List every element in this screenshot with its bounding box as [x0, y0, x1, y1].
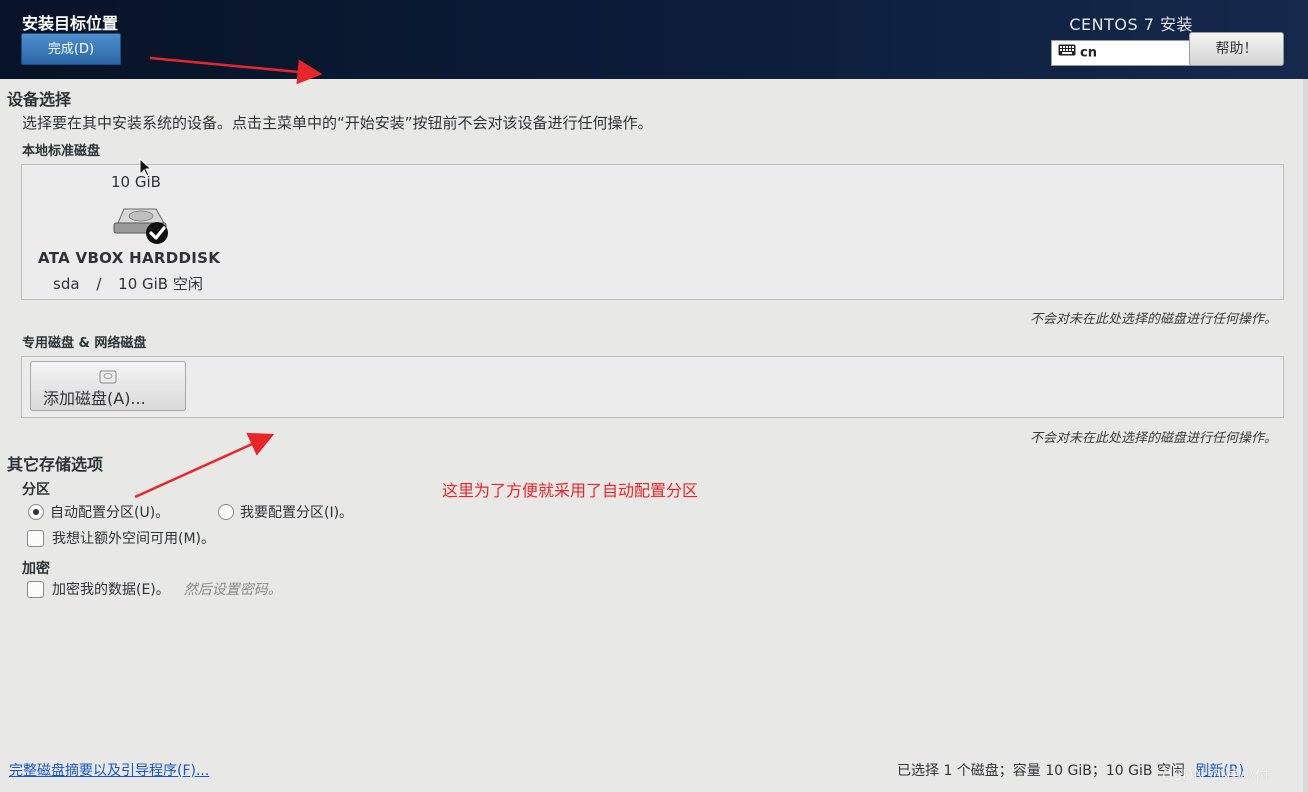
- keyboard-layout-indicator[interactable]: cn: [1051, 40, 1191, 66]
- encrypt-data-option[interactable]: 加密我的数据(E)。 然后设置密码。: [27, 579, 282, 599]
- auto-partition-label: 自动配置分区(U)。: [50, 505, 170, 521]
- manual-partition-radio[interactable]: [218, 504, 234, 520]
- disk-model-name: ATA VBOX HARDDISK: [38, 249, 221, 267]
- encrypt-hint: 然后设置密码。: [183, 582, 282, 598]
- auto-partition-radio[interactable]: [28, 504, 44, 520]
- encrypt-data-checkbox[interactable]: [27, 580, 44, 598]
- add-disk-label: 添加磁盘(A)...: [43, 389, 146, 408]
- disk-size: 10 GiB: [111, 173, 161, 191]
- annotation-text: 这里为了方便就采用了自动配置分区: [442, 481, 699, 500]
- extra-space-label: 我想让额外空间可用(M)。: [52, 531, 216, 547]
- disk-device: sda: [53, 275, 80, 293]
- other-storage-title: 其它存储选项: [7, 455, 104, 474]
- harddisk-icon: [110, 201, 176, 249]
- disk-info: sda / 10 GiB 空闲: [53, 273, 203, 294]
- device-selection-title: 设备选择: [7, 90, 72, 109]
- manual-partition-label: 我要配置分区(I)。: [240, 505, 354, 521]
- keyboard-layout-label: cn: [1080, 45, 1097, 61]
- header-bar: 安装目标位置 完成(D) CENTOS 7 安装 cn 帮助！: [0, 0, 1308, 79]
- special-disks-panel: 添加磁盘(A)...: [21, 356, 1284, 418]
- full-disk-summary-link[interactable]: 完整磁盘摘要以及引导程序(F)...: [9, 760, 209, 780]
- local-disks-label: 本地标准磁盘: [22, 144, 101, 159]
- watermark: CSDN @猿小付: [1162, 766, 1270, 784]
- keyboard-icon: [1058, 41, 1076, 65]
- product-title: CENTOS 7 安装: [1069, 15, 1193, 34]
- page-title: 安装目标位置: [22, 14, 119, 33]
- window-edge: [1303, 79, 1308, 792]
- help-button[interactable]: 帮助！: [1189, 32, 1284, 66]
- selection-summary: 已选择 1 个磁盘；容量 10 GiB；10 GiB 空闲: [897, 763, 1185, 779]
- mouse-cursor-icon: [139, 158, 153, 177]
- done-button[interactable]: 完成(D): [21, 33, 121, 65]
- encryption-label: 加密: [22, 561, 50, 577]
- disk-info-separator: /: [96, 275, 102, 293]
- disk-free-space: 10 GiB 空闲: [118, 275, 203, 293]
- auto-partition-option[interactable]: 自动配置分区(U)。: [28, 502, 169, 522]
- partition-label: 分区: [22, 482, 50, 498]
- local-disks-panel: 10 GiB ATA VBOX HARDDISK sda / 10 GiB 空闲: [21, 164, 1284, 300]
- disk-tile-sda[interactable]: 10 GiB ATA VBOX HARDDISK sda / 10 GiB 空闲: [22, 165, 262, 299]
- encrypt-data-label: 加密我的数据(E)。: [52, 582, 170, 598]
- extra-space-option[interactable]: 我想让额外空间可用(M)。: [27, 528, 215, 548]
- arrow-to-auto-partition: [134, 432, 275, 499]
- add-disk-button[interactable]: 添加磁盘(A)...: [30, 361, 186, 411]
- manual-partition-option[interactable]: 我要配置分区(I)。: [218, 502, 353, 522]
- extra-space-checkbox[interactable]: [27, 529, 44, 547]
- special-disks-label: 专用磁盘 & 网络磁盘: [22, 336, 147, 351]
- device-selection-description: 选择要在其中安装系统的设备。点击主菜单中的“开始安装”按钮前不会对该设备进行任何…: [22, 114, 653, 132]
- local-disks-note: 不会对未在此处选择的磁盘进行任何操作。: [1029, 312, 1277, 327]
- special-disks-note: 不会对未在此处选择的磁盘进行任何操作。: [1029, 431, 1277, 446]
